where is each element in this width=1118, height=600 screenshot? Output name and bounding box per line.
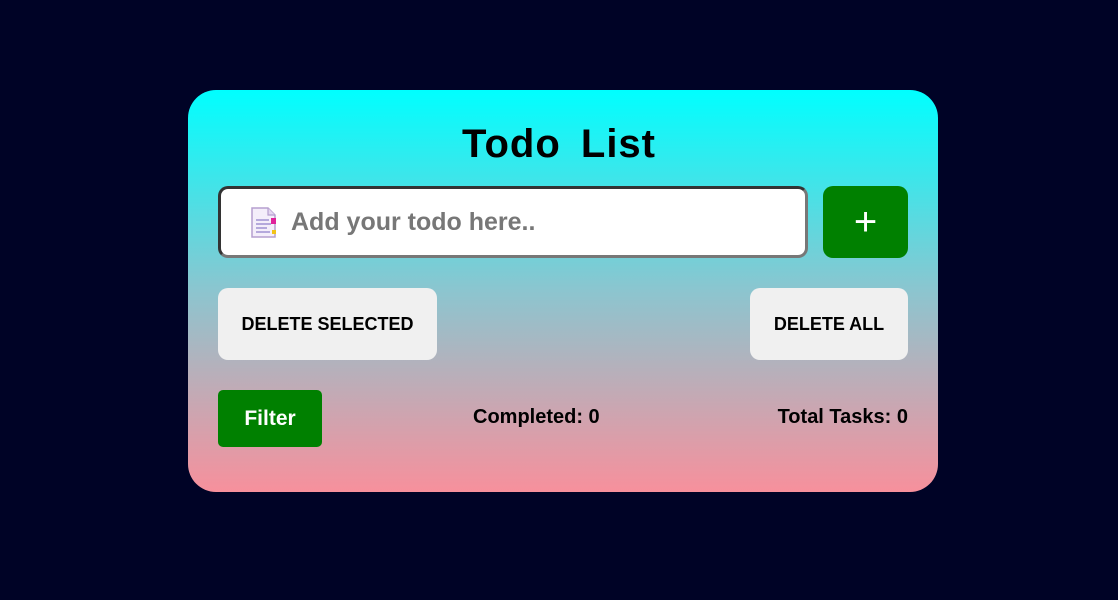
document-icon [249, 206, 279, 240]
add-todo-button[interactable]: + [823, 186, 908, 258]
delete-all-button[interactable]: DELETE ALL [750, 288, 908, 360]
delete-selected-button[interactable]: DELETE SELECTED [218, 288, 437, 360]
todo-input-field[interactable] [218, 186, 808, 258]
todo-input[interactable] [291, 199, 791, 245]
page-title: Todo List [462, 122, 656, 166]
filter-button[interactable]: Filter [218, 390, 322, 447]
total-tasks-count: Total Tasks: 0 [777, 406, 908, 428]
completed-count: Completed: 0 [473, 406, 600, 428]
